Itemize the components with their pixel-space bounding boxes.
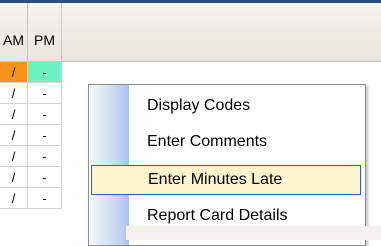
menu-item-label: Enter Minutes Late <box>148 171 283 188</box>
column-header-am[interactable]: AM <box>0 3 28 61</box>
am-cell[interactable]: / <box>0 167 28 188</box>
pm-cell[interactable]: - <box>28 62 62 83</box>
am-cell[interactable]: / <box>0 188 28 209</box>
am-cell[interactable]: / <box>0 146 28 167</box>
pm-cell[interactable]: - <box>28 125 62 146</box>
am-cell[interactable]: / <box>0 83 28 104</box>
am-cell[interactable]: / <box>0 125 28 146</box>
submenu-panel <box>126 226 381 240</box>
pm-cell[interactable]: - <box>28 104 62 125</box>
pm-cell[interactable]: - <box>28 146 62 167</box>
menu-item-enter-minutes-late[interactable]: Enter Minutes Late <box>91 165 361 195</box>
menu-item-label: Enter Comments <box>147 133 268 150</box>
pm-cell[interactable]: - <box>28 83 62 104</box>
menu-item-label: Display Codes <box>147 97 251 114</box>
column-header-pm[interactable]: PM <box>28 3 62 61</box>
pm-cell[interactable]: - <box>28 167 62 188</box>
am-cell[interactable]: / <box>0 104 28 125</box>
context-menu: Display Codes Enter Comments Enter Minut… <box>88 84 366 246</box>
menu-item-enter-comments[interactable]: Enter Comments <box>89 127 365 157</box>
pm-cell[interactable]: - <box>28 188 62 209</box>
grid-row[interactable]: / - <box>0 62 381 83</box>
am-cell[interactable]: / <box>0 62 28 83</box>
menu-item-display-codes[interactable]: Display Codes <box>89 91 365 121</box>
